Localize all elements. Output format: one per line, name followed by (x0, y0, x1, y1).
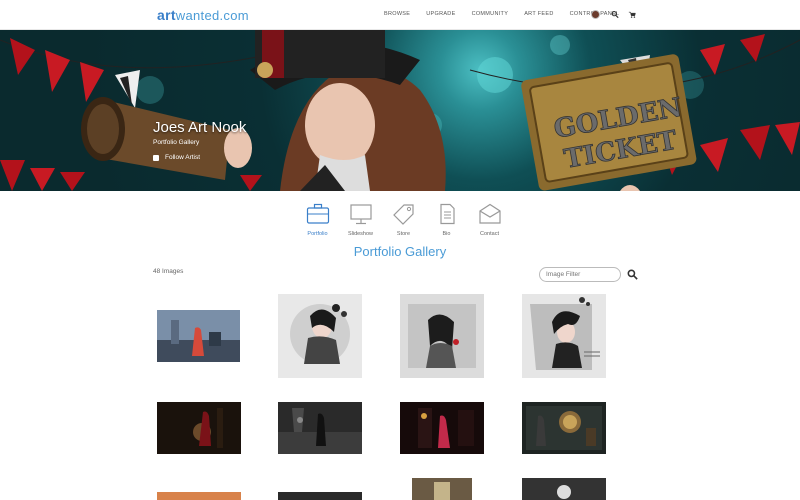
user-avatar[interactable] (591, 10, 600, 19)
logo-domain-text: wanted.com (175, 8, 249, 23)
tab-contact-label: Contact (480, 231, 499, 237)
gallery-thumbnail[interactable] (157, 492, 241, 500)
tab-slideshow-label: Slideshow (347, 231, 374, 237)
gallery-thumbnail[interactable] (278, 402, 362, 454)
gallery-thumbnail[interactable] (278, 492, 362, 500)
nav-community-link[interactable]: COMMUNITY (472, 11, 509, 17)
banner-artwork: GOLDEN TICKET (0, 30, 800, 191)
gallery-thumbnail[interactable] (412, 478, 472, 500)
gallery-title: Portfolio Gallery (353, 244, 447, 259)
nav-upgrade-link[interactable]: UPGRADE (426, 11, 455, 17)
cart-icon[interactable] (628, 10, 636, 19)
gallery-thumbnail[interactable] (157, 310, 240, 362)
artwanted-logo[interactable]: artwanted.com (157, 7, 249, 23)
tab-contact[interactable]: Contact (468, 203, 511, 237)
tab-portfolio-label: Portfolio (307, 231, 328, 237)
artist-name-title: Joes Art Nook (153, 119, 247, 136)
gallery-thumbnail[interactable] (522, 478, 606, 500)
filter-search-icon[interactable] (627, 269, 638, 280)
tab-slideshow[interactable]: Slideshow (339, 203, 382, 237)
tab-bio-label: Bio (442, 231, 451, 237)
tab-store[interactable]: Store (382, 203, 425, 237)
top-navigation-bar: artwanted.com BROWSE UPGRADE COMMUNITY A… (0, 0, 800, 30)
gallery-thumbnail[interactable] (522, 294, 606, 378)
follow-artist-button[interactable]: Follow Artist (153, 154, 200, 161)
nav-browse-link[interactable]: BROWSE (384, 11, 410, 17)
gallery-thumbnail[interactable] (400, 294, 484, 378)
document-icon (439, 203, 455, 225)
follow-artist-label: Follow Artist (165, 154, 201, 161)
follow-icon (153, 154, 159, 161)
tab-portfolio[interactable]: Portfolio (296, 203, 339, 237)
profile-banner: GOLDEN TICKET Joes Art Nook Portfolio Ga… (0, 30, 800, 191)
search-icon[interactable] (611, 10, 619, 19)
gallery-thumbnail[interactable] (400, 402, 484, 454)
nav-art-feed-link[interactable]: ART FEED (524, 11, 553, 17)
logo-art-text: art (157, 7, 176, 23)
briefcase-icon (306, 203, 329, 224)
image-filter-input[interactable] (539, 267, 621, 282)
monitor-icon (349, 204, 372, 225)
banner-subtitle: Portfolio Gallery (153, 139, 200, 146)
profile-tabs: Portfolio Slideshow Store Bio Contact (296, 203, 511, 237)
envelope-icon (478, 203, 501, 224)
tab-bio[interactable]: Bio (425, 203, 468, 237)
gallery-thumbnail[interactable] (278, 294, 362, 378)
tab-store-label: Store (396, 231, 411, 237)
gallery-thumbnail[interactable] (157, 402, 241, 454)
image-count: 48 Images (153, 268, 184, 275)
tag-icon (392, 204, 414, 225)
gallery-thumbnail[interactable] (522, 402, 606, 454)
